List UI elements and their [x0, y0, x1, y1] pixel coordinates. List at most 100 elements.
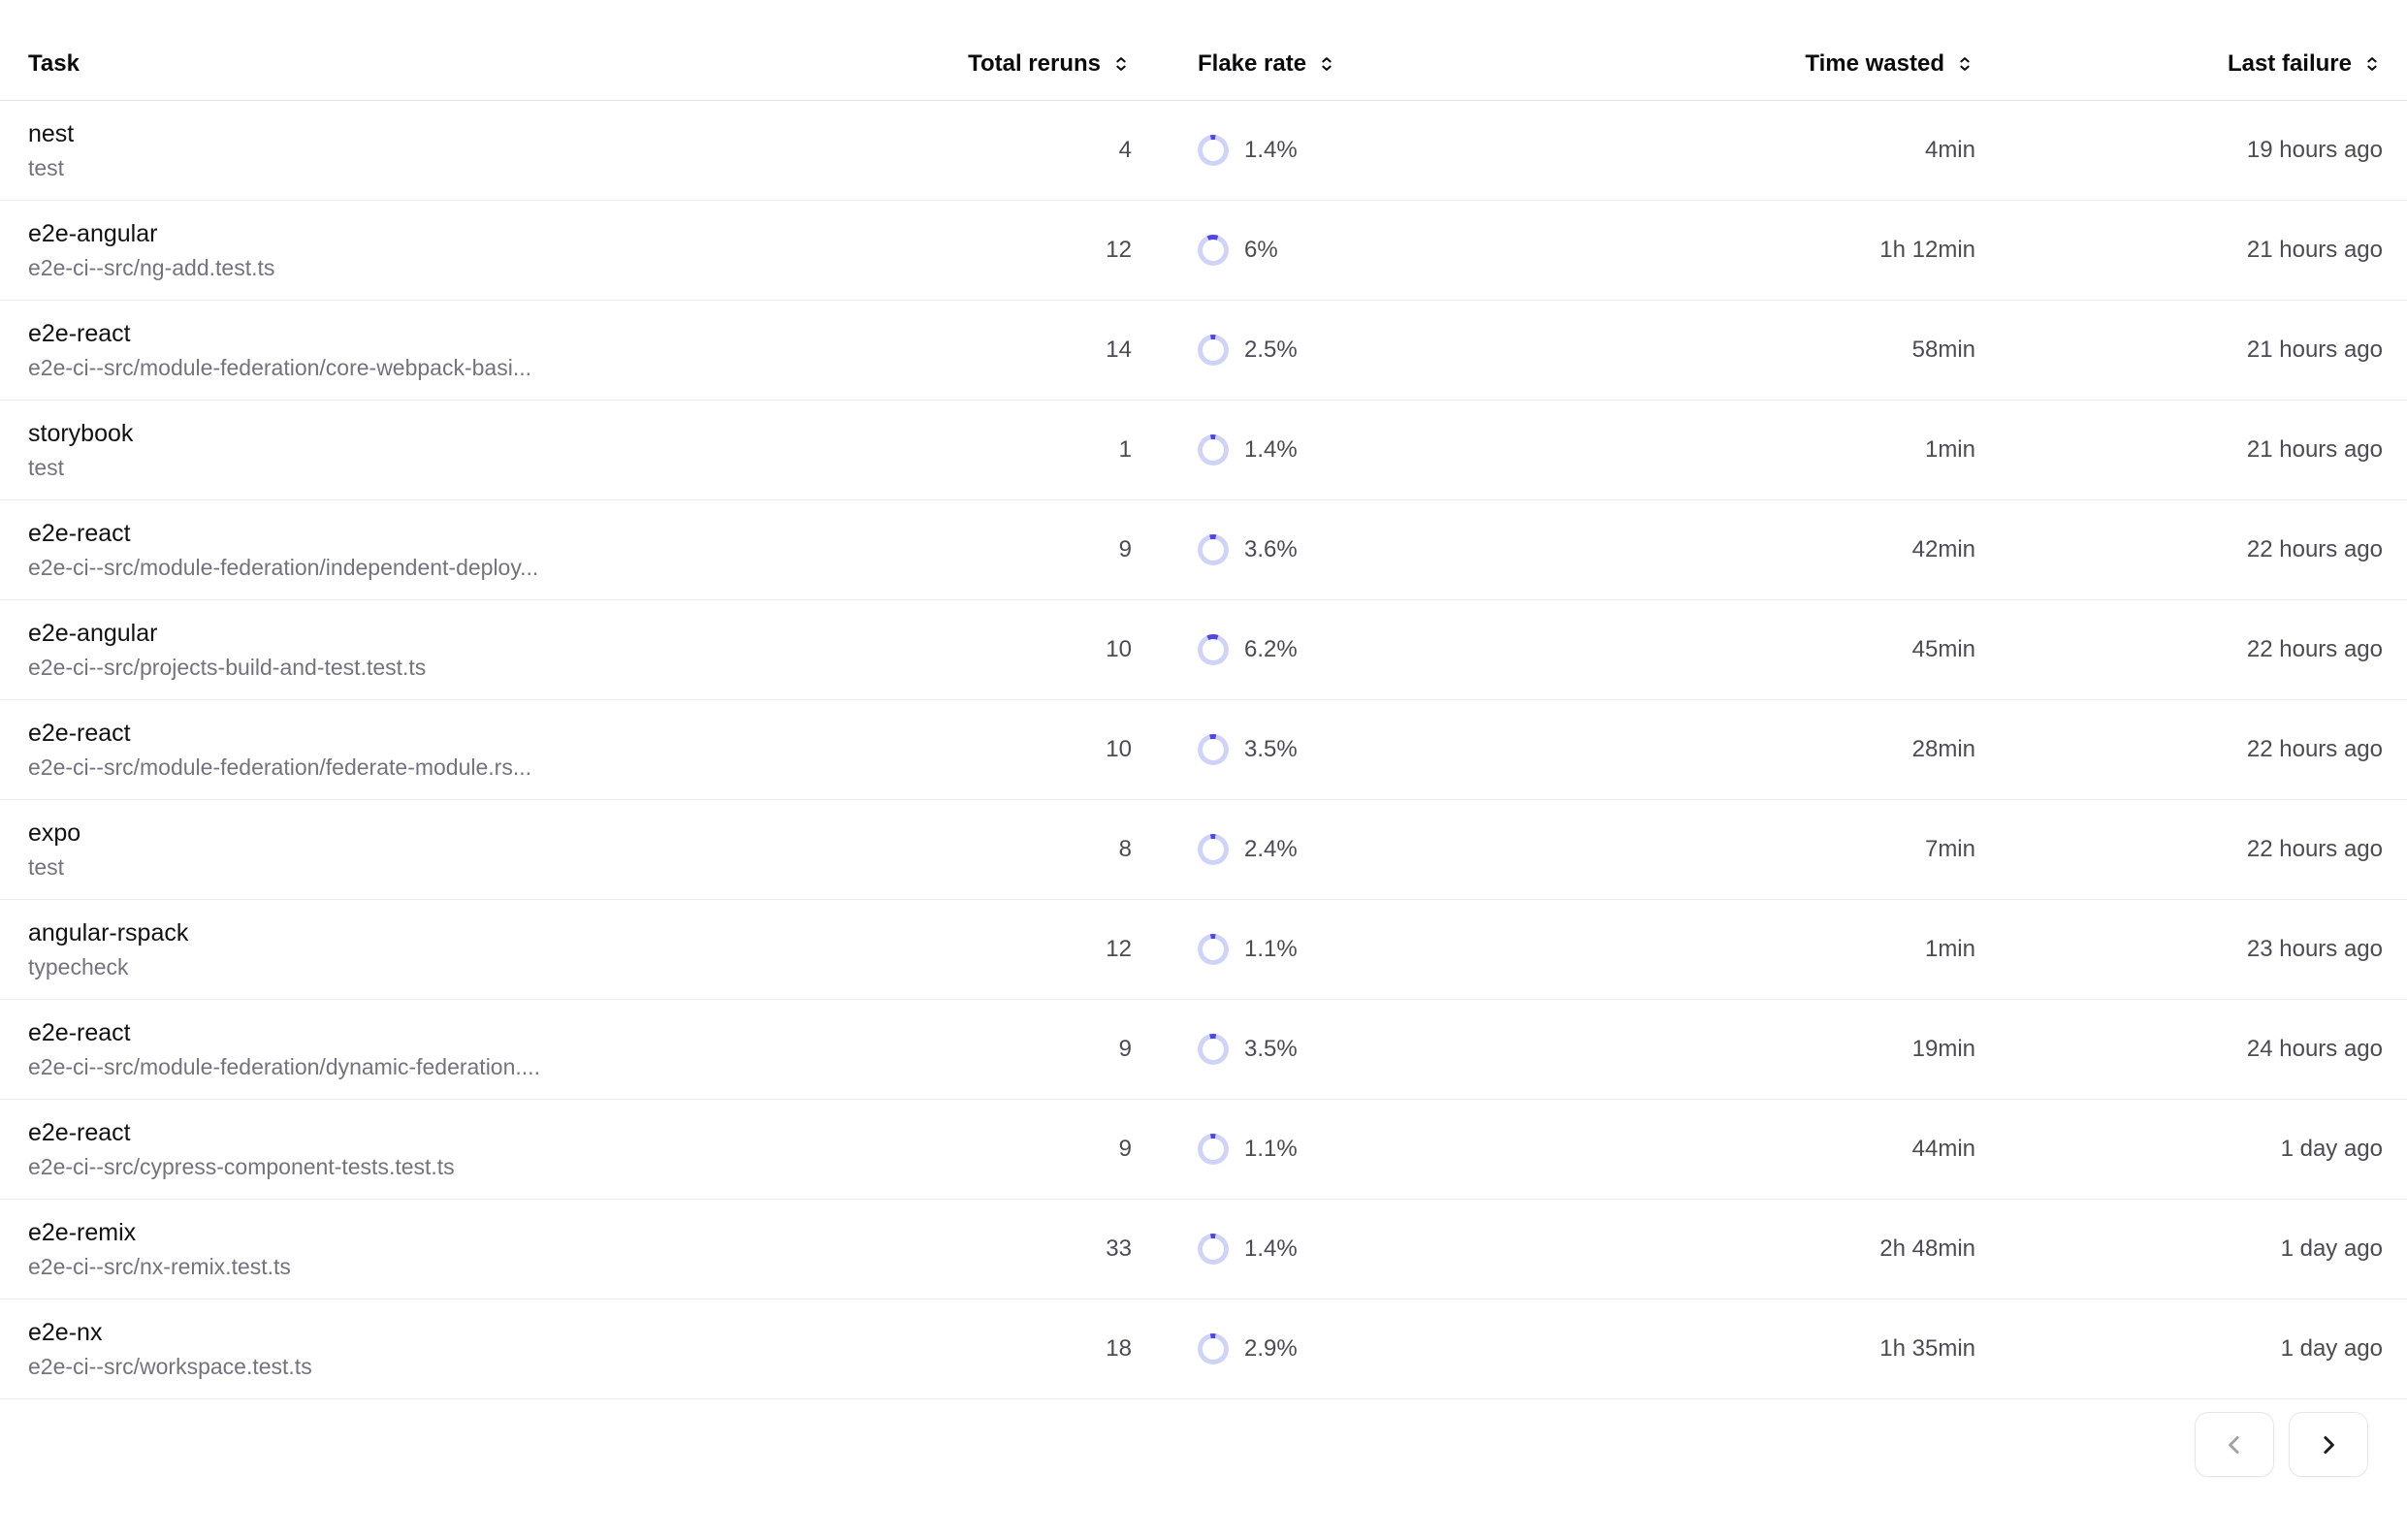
flake-rate-value: 2.9% [1244, 1335, 1298, 1363]
last-failure-value: 1 day ago [1975, 1235, 2383, 1263]
time-wasted-value: 45min [1733, 636, 1975, 663]
task-name: expo [28, 818, 938, 848]
flake-rate-value: 6% [1244, 237, 1278, 264]
time-wasted-value: 44min [1733, 1136, 1975, 1163]
task-name: e2e-angular [28, 619, 938, 648]
column-header-time-wasted[interactable]: Time wasted [1733, 49, 1975, 79]
flake-rate-cell: 2.5% [1132, 335, 1733, 366]
task-target: e2e-ci--src/workspace.test.ts [28, 1353, 938, 1380]
table-row[interactable]: e2e-react e2e-ci--src/module-federation/… [0, 1000, 2407, 1100]
task-cell: e2e-react e2e-ci--src/module-federation/… [28, 1018, 938, 1080]
task-cell: e2e-react e2e-ci--src/module-federation/… [28, 319, 938, 381]
total-reruns-value: 12 [938, 237, 1132, 264]
task-target: test [28, 454, 938, 481]
column-label-total-reruns: Total reruns [968, 49, 1101, 79]
column-header-last-failure[interactable]: Last failure [1975, 49, 2383, 79]
task-cell: e2e-react e2e-ci--src/module-federation/… [28, 519, 938, 581]
column-header-total-reruns[interactable]: Total reruns [938, 49, 1132, 79]
flake-rate-cell: 6% [1132, 235, 1733, 266]
total-reruns-value: 12 [938, 936, 1132, 963]
column-header-flake-rate[interactable]: Flake rate [1132, 49, 1733, 79]
chevron-right-icon [2314, 1430, 2343, 1460]
chevron-up-down-icon [2361, 53, 2383, 75]
time-wasted-value: 58min [1733, 337, 1975, 364]
table-row[interactable]: e2e-angular e2e-ci--src/projects-build-a… [0, 600, 2407, 700]
last-failure-value: 22 hours ago [1975, 536, 2383, 563]
last-failure-value: 21 hours ago [1975, 337, 2383, 364]
flake-rate-value: 2.4% [1244, 836, 1298, 863]
total-reruns-value: 10 [938, 636, 1132, 663]
total-reruns-value: 1 [938, 436, 1132, 464]
table-row[interactable]: e2e-remix e2e-ci--src/nx-remix.test.ts 3… [0, 1200, 2407, 1299]
last-failure-value: 21 hours ago [1975, 237, 2383, 264]
flake-rate-value: 2.5% [1244, 337, 1298, 364]
task-target: e2e-ci--src/module-federation/core-webpa… [28, 354, 938, 381]
table-row[interactable]: nest test 4 1.4% 4min 19 hours ago [0, 101, 2407, 201]
task-target: e2e-ci--src/ng-add.test.ts [28, 254, 938, 281]
chevron-up-down-icon [1316, 53, 1337, 75]
flake-rate-donut-icon [1198, 734, 1229, 765]
total-reruns-value: 4 [938, 137, 1132, 164]
time-wasted-value: 42min [1733, 536, 1975, 563]
table-row[interactable]: storybook test 1 1.4% 1min 21 hours ago [0, 401, 2407, 500]
task-name: e2e-react [28, 1018, 938, 1047]
task-target: typecheck [28, 953, 938, 980]
flake-rate-cell: 1.4% [1132, 434, 1733, 465]
last-failure-value: 23 hours ago [1975, 936, 2383, 963]
flake-rate-cell: 3.5% [1132, 1034, 1733, 1065]
flake-rate-donut-icon [1198, 335, 1229, 366]
last-failure-value: 1 day ago [1975, 1335, 2383, 1363]
task-name: nest [28, 119, 938, 148]
time-wasted-value: 2h 48min [1733, 1235, 1975, 1263]
flake-rate-cell: 6.2% [1132, 634, 1733, 665]
time-wasted-value: 1min [1733, 936, 1975, 963]
total-reruns-value: 33 [938, 1235, 1132, 1263]
column-label-flake-rate: Flake rate [1198, 49, 1306, 79]
table-row[interactable]: e2e-react e2e-ci--src/module-federation/… [0, 301, 2407, 401]
table-row[interactable]: angular-rspack typecheck 12 1.1% 1min 23… [0, 900, 2407, 1000]
flake-rate-donut-icon [1198, 1333, 1229, 1364]
flake-rate-donut-icon [1198, 634, 1229, 665]
last-failure-value: 22 hours ago [1975, 836, 2383, 863]
last-failure-value: 24 hours ago [1975, 1036, 2383, 1063]
time-wasted-value: 7min [1733, 836, 1975, 863]
flake-rate-value: 1.4% [1244, 436, 1298, 464]
task-name: e2e-react [28, 319, 938, 348]
last-failure-value: 1 day ago [1975, 1136, 2383, 1163]
flake-rate-donut-icon [1198, 434, 1229, 465]
time-wasted-value: 1min [1733, 436, 1975, 464]
flake-rate-donut-icon [1198, 934, 1229, 965]
chevron-up-down-icon [1110, 53, 1132, 75]
table-header-row: Task Total reruns Flake rate Time wasted… [0, 0, 2407, 101]
task-cell: storybook test [28, 419, 938, 481]
flake-rate-cell: 1.4% [1132, 1234, 1733, 1265]
table-row[interactable]: e2e-angular e2e-ci--src/ng-add.test.ts 1… [0, 201, 2407, 301]
table-row[interactable]: e2e-react e2e-ci--src/module-federation/… [0, 500, 2407, 600]
task-name: e2e-react [28, 1118, 938, 1147]
flake-rate-value: 1.4% [1244, 137, 1298, 164]
table-row[interactable]: e2e-react e2e-ci--src/cypress-component-… [0, 1100, 2407, 1200]
task-name: e2e-angular [28, 219, 938, 248]
time-wasted-value: 4min [1733, 137, 1975, 164]
flake-rate-cell: 1.4% [1132, 135, 1733, 166]
task-cell: angular-rspack typecheck [28, 918, 938, 980]
task-cell: e2e-nx e2e-ci--src/workspace.test.ts [28, 1318, 938, 1380]
task-target: e2e-ci--src/module-federation/dynamic-fe… [28, 1053, 938, 1080]
flake-rate-cell: 3.5% [1132, 734, 1733, 765]
flake-rate-donut-icon [1198, 235, 1229, 266]
task-cell: nest test [28, 119, 938, 181]
time-wasted-value: 1h 35min [1733, 1335, 1975, 1363]
task-cell: e2e-react e2e-ci--src/cypress-component-… [28, 1118, 938, 1180]
flake-rate-value: 3.5% [1244, 1036, 1298, 1063]
flake-rate-cell: 3.6% [1132, 534, 1733, 565]
column-label-time-wasted: Time wasted [1805, 49, 1944, 79]
flake-rate-donut-icon [1198, 1034, 1229, 1065]
total-reruns-value: 14 [938, 337, 1132, 364]
table-row[interactable]: e2e-react e2e-ci--src/module-federation/… [0, 700, 2407, 800]
time-wasted-value: 1h 12min [1733, 237, 1975, 264]
table-row[interactable]: expo test 8 2.4% 7min 22 hours ago [0, 800, 2407, 900]
prev-page-button[interactable] [2195, 1412, 2274, 1477]
table-row[interactable]: e2e-nx e2e-ci--src/workspace.test.ts 18 … [0, 1299, 2407, 1399]
flake-rate-value: 3.5% [1244, 736, 1298, 763]
next-page-button[interactable] [2289, 1412, 2368, 1477]
